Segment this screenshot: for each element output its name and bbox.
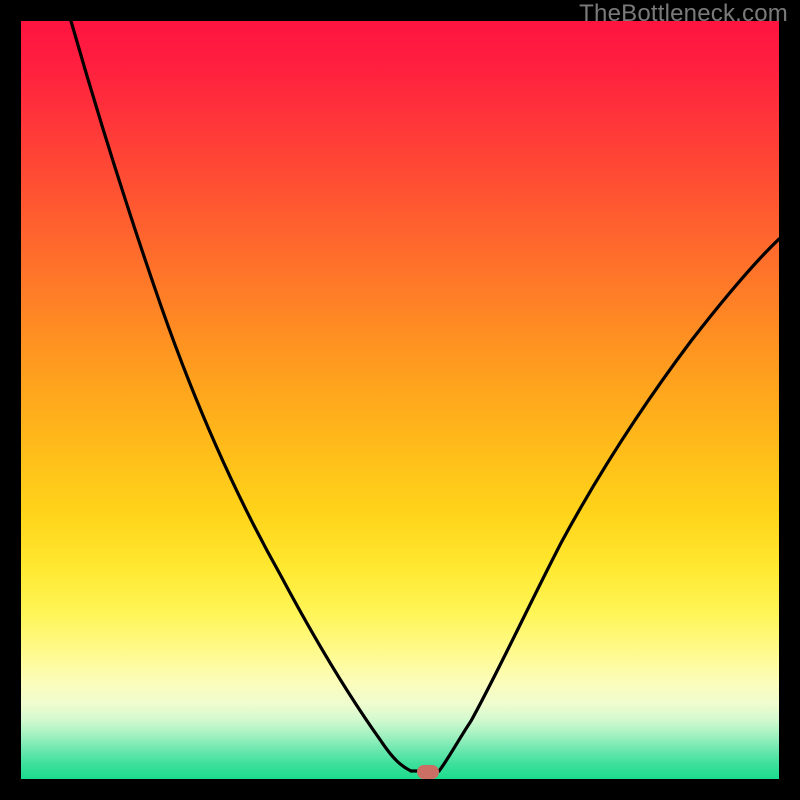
curve-left-branch (71, 21, 411, 771)
bottleneck-curve (21, 21, 779, 779)
plot-area (21, 21, 779, 779)
optimal-point-marker (417, 765, 439, 779)
watermark-text: TheBottleneck.com (579, 0, 788, 28)
curve-right-branch (439, 239, 779, 771)
